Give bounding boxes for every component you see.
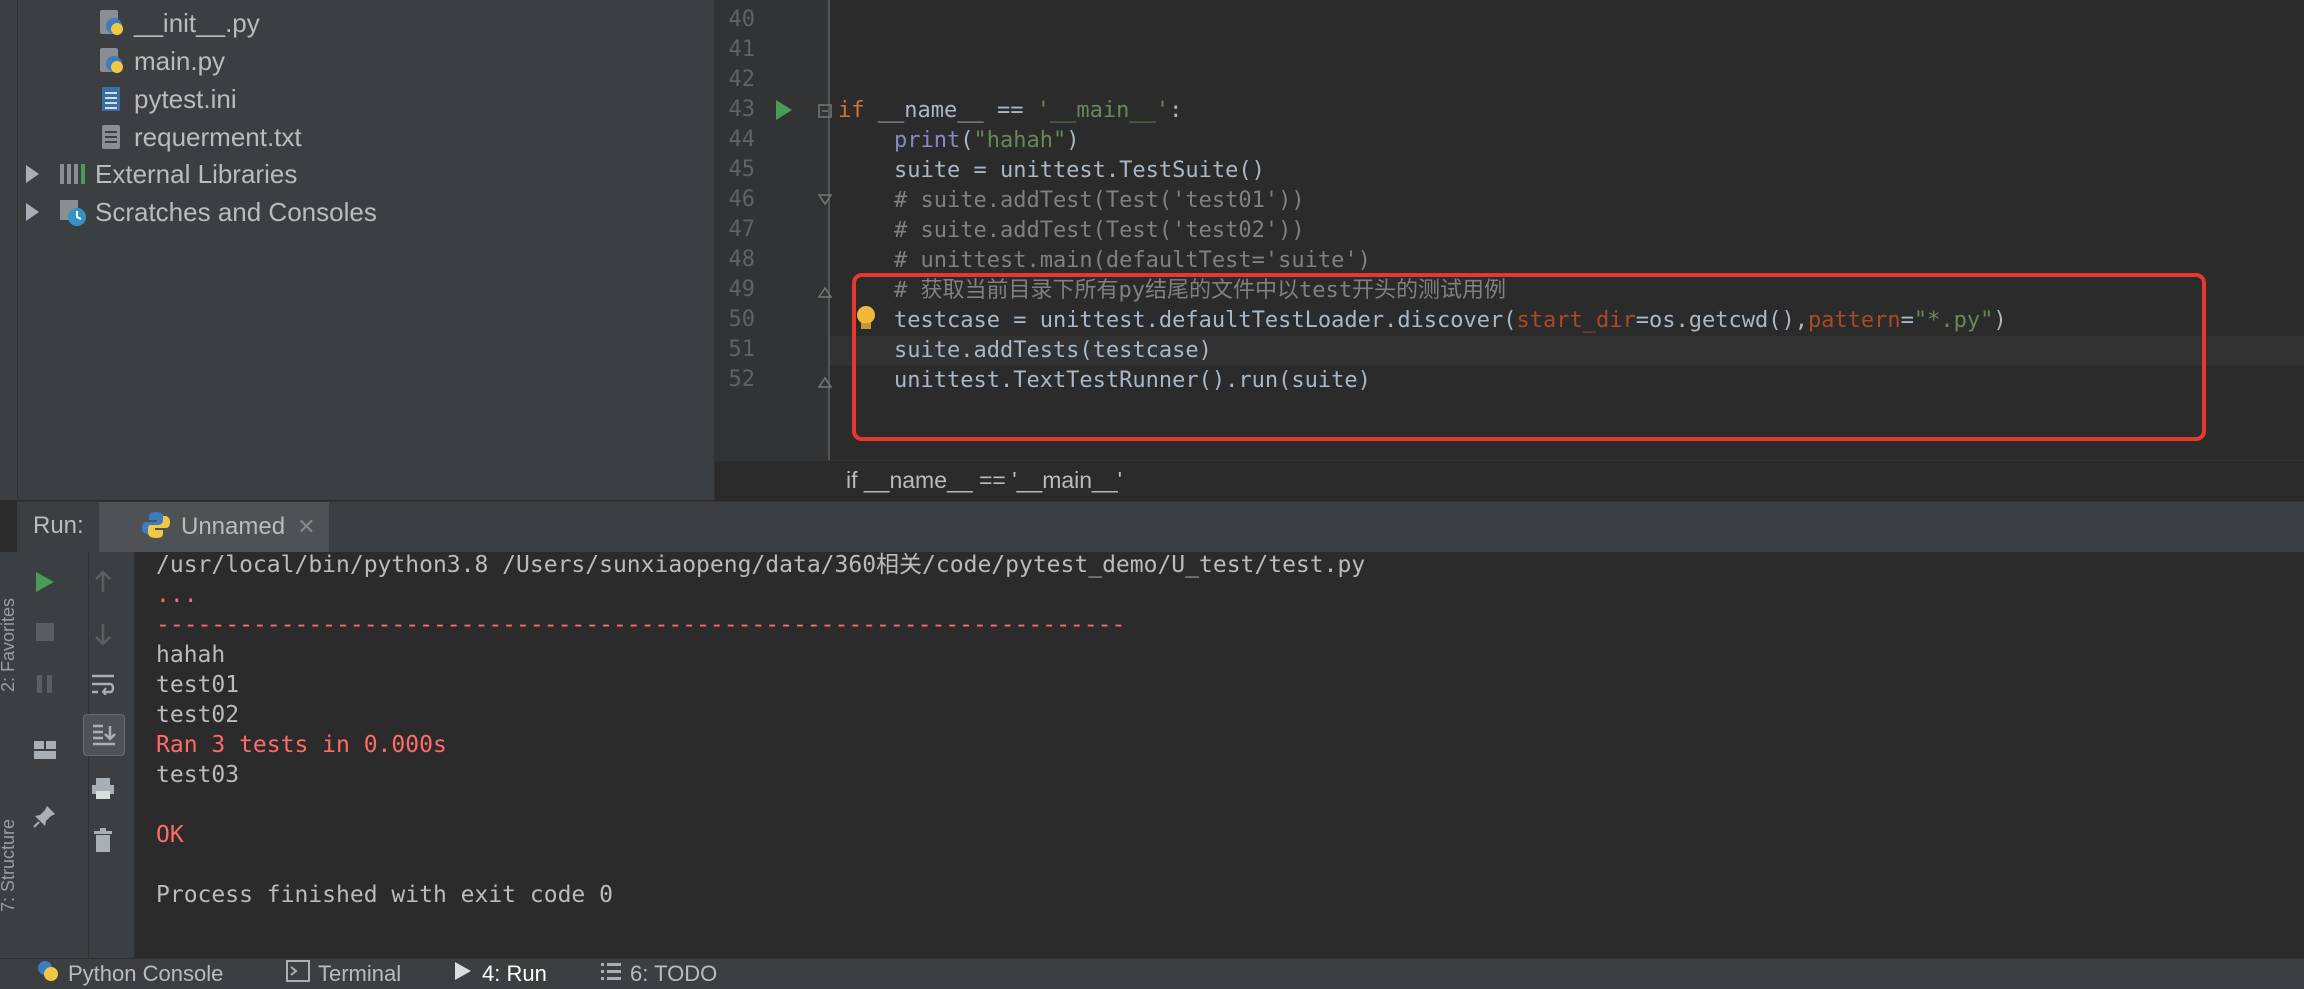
run-label: Run: (33, 512, 84, 539)
console-line: Process finished with exit code 0 (156, 882, 613, 908)
line-number: 40 (728, 7, 756, 32)
string-literal: "hahah" (973, 128, 1067, 153)
run-icon (454, 961, 472, 987)
python-console-button[interactable]: Python Console (36, 960, 223, 988)
line-number: 46 (728, 187, 756, 212)
run-tool-button[interactable]: 4: Run (454, 960, 547, 988)
todo-button[interactable]: 6: TODO (600, 960, 717, 988)
code-line-45: suite = unittest.TestSuite() (894, 158, 1265, 183)
side-tool-strip: 2: Favorites 7: Structure (0, 552, 17, 958)
close-icon[interactable]: ✕ (297, 514, 315, 540)
console-line: ----------------------------------------… (156, 612, 1126, 638)
code-text: : (1169, 98, 1183, 123)
console-line: /usr/local/bin/python3.8 /Users/sunxiaop… (156, 552, 1366, 578)
code-line-46: # suite.addTest(Test('test01')) (894, 188, 1305, 213)
ini-file-icon (96, 84, 126, 114)
console-line: ... (156, 582, 198, 608)
run-tool-label: 4: Run (482, 961, 547, 986)
libraries-icon (57, 159, 87, 189)
line-number: 45 (728, 157, 756, 182)
favorites-tool-label[interactable]: 2: Favorites (0, 598, 17, 692)
line-number: 43 (728, 97, 756, 122)
stop-button[interactable] (25, 612, 65, 652)
line-number: 48 (728, 247, 756, 272)
run-tab-label: Unnamed (181, 513, 286, 540)
structure-tool-label[interactable]: 7: Structure (0, 819, 17, 912)
pause-button[interactable] (25, 664, 65, 704)
code-line-44: print("hahah") (894, 126, 1079, 156)
console-line: test01 (156, 672, 240, 698)
line-number: 41 (728, 37, 756, 62)
console-line: test03 (156, 762, 240, 788)
left-tool-strip (0, 0, 18, 500)
code-text: ) (1066, 128, 1080, 153)
tree-item-label: __init__.py (134, 7, 260, 38)
python-console-label: Python Console (68, 961, 224, 986)
console-line: OK (156, 822, 184, 848)
line-number: 51 (728, 337, 756, 362)
run-gutter-icon[interactable] (776, 100, 792, 125)
breadcrumb-label: if __name__ == '__main__' (846, 467, 1123, 493)
code-text: __name__ == (864, 98, 1037, 123)
builtin: print (894, 128, 961, 153)
terminal-label: Terminal (318, 961, 402, 986)
soft-wrap-icon[interactable] (83, 664, 123, 704)
line-number: 50 (728, 307, 756, 332)
run-tab[interactable]: Unnamed ✕ (99, 502, 329, 552)
tree-item-label: External Libraries (95, 158, 298, 189)
expand-arrow-icon[interactable] (26, 203, 39, 221)
highlight-box (852, 273, 2206, 441)
tree-item-label: Scratches and Consoles (95, 196, 377, 227)
code-text: ( (960, 128, 974, 153)
terminal-button[interactable]: Terminal (286, 960, 401, 988)
fold-marker-icon[interactable] (818, 104, 832, 123)
line-number: 47 (728, 217, 756, 242)
tree-item-main[interactable]: main.py (96, 42, 225, 80)
breadcrumb[interactable]: if __name__ == '__main__' (715, 460, 2304, 501)
console-line: test02 (156, 702, 240, 728)
tree-item-init[interactable]: __init__.py (96, 4, 260, 42)
line-number: 42 (728, 67, 756, 92)
todo-label: 6: TODO (630, 961, 718, 986)
tree-item-label: requerment.txt (134, 121, 302, 152)
rerun-button[interactable] (25, 562, 65, 602)
expand-arrow-icon[interactable] (26, 165, 39, 183)
tree-item-pytest-ini[interactable]: pytest.ini (96, 80, 237, 118)
fold-marker-icon[interactable] (817, 374, 833, 393)
tree-item-label: main.py (134, 45, 226, 76)
line-number: 44 (728, 127, 756, 152)
scroll-to-end-button[interactable] (83, 714, 125, 756)
code-line-48: # unittest.main(defaultTest='suite') (894, 248, 1371, 273)
python-file-icon (96, 8, 126, 38)
tree-item-external-libraries[interactable]: External Libraries (26, 155, 297, 193)
terminal-icon (286, 960, 310, 988)
tree-item-requerment[interactable]: requerment.txt (96, 118, 302, 156)
python-icon (36, 959, 60, 989)
line-number: 49 (728, 277, 756, 302)
down-arrow-icon[interactable] (83, 614, 123, 654)
line-number: 52 (728, 367, 756, 392)
fold-marker-icon[interactable] (817, 284, 833, 303)
todo-list-icon (600, 961, 622, 987)
console-line: hahah (156, 642, 226, 668)
tree-item-label: pytest.ini (134, 83, 237, 114)
run-panel-header: Run: Unnamed ✕ (17, 501, 2304, 553)
fold-marker-icon[interactable] (817, 194, 833, 213)
layout-icon[interactable] (25, 730, 65, 770)
pin-icon[interactable] (25, 796, 65, 836)
python-tab-icon (141, 510, 171, 545)
code-line-47: # suite.addTest(Test('test02')) (894, 218, 1305, 243)
trash-icon[interactable] (83, 820, 123, 860)
python-file-icon (96, 46, 126, 76)
code-line-43: if __name__ == '__main__': (838, 96, 1182, 126)
console-line: Ran 3 tests in 0.000s (156, 732, 447, 758)
print-icon[interactable] (83, 768, 123, 808)
keyword: if (838, 98, 865, 123)
tree-item-scratches[interactable]: Scratches and Consoles (26, 193, 377, 231)
up-arrow-icon[interactable] (83, 562, 123, 602)
scratches-icon (57, 197, 87, 227)
text-file-icon (96, 122, 126, 152)
string-literal: '__main__' (1036, 98, 1170, 123)
